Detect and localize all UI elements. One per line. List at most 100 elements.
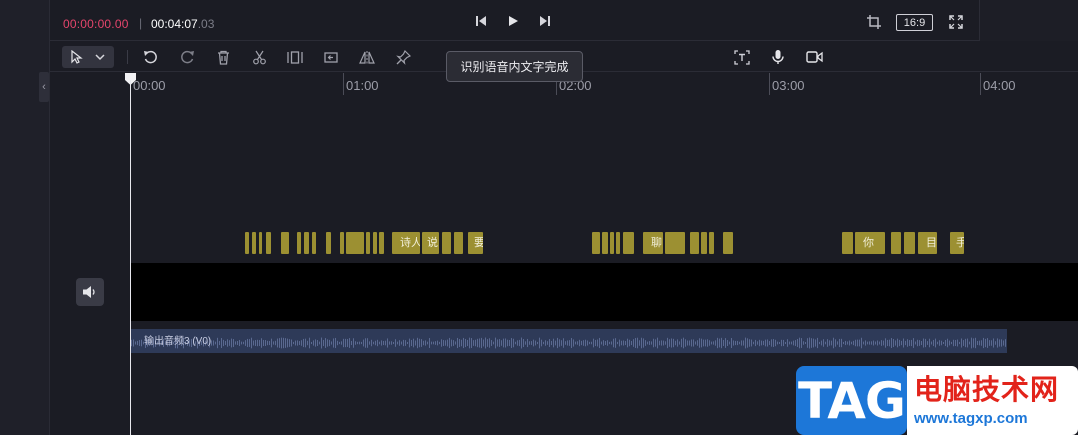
waveform-bar (737, 340, 738, 346)
collapse-panel-button[interactable]: ‹ (39, 72, 49, 102)
subtitle-clip[interactable] (346, 232, 364, 254)
video-track[interactable] (130, 263, 1078, 321)
next-frame-button[interactable] (537, 13, 553, 29)
subtitle-clip[interactable] (340, 232, 344, 254)
subtitle-clip[interactable] (616, 232, 620, 254)
waveform-bar (251, 337, 252, 349)
microphone-button[interactable] (769, 48, 787, 66)
subtitle-clip[interactable] (366, 232, 370, 254)
waveform-bar (755, 339, 756, 347)
track-volume-button[interactable] (76, 278, 104, 306)
waveform-bar (459, 339, 460, 347)
crop-icon[interactable] (867, 15, 881, 34)
waveform-bar (581, 340, 582, 346)
subtitle-clip[interactable] (326, 232, 331, 254)
waveform-bar (539, 337, 540, 349)
waveform-bar (355, 341, 356, 345)
subtitle-clip[interactable]: 诗人 (392, 232, 420, 254)
subtitle-clip[interactable] (281, 232, 289, 254)
playhead[interactable] (130, 80, 131, 435)
waveform-bar (643, 338, 644, 348)
split-button[interactable] (250, 48, 268, 66)
waveform-bar (791, 341, 792, 345)
subtitle-clip[interactable]: 手 (950, 232, 964, 254)
waveform-bar (273, 341, 274, 345)
audio-clip[interactable]: 输出音频3 (V0) (131, 329, 1007, 353)
subtitle-clip[interactable] (304, 232, 309, 254)
redo-button[interactable] (178, 48, 196, 66)
select-tool-button[interactable] (62, 46, 114, 68)
waveform-bar (495, 337, 496, 349)
subtitle-clip[interactable] (842, 232, 853, 254)
waveform-bar (231, 338, 232, 348)
waveform-bar (333, 338, 334, 348)
subtitle-clip[interactable] (259, 232, 262, 254)
waveform-bar (669, 339, 670, 347)
freeze-frame-icon (287, 50, 303, 64)
waveform-bar (529, 341, 530, 345)
waveform-bar (907, 339, 908, 347)
freeze-button[interactable] (286, 48, 304, 66)
subtitle-clip[interactable]: 你 (855, 232, 885, 254)
waveform-bar (353, 338, 354, 348)
waveform-bar (417, 337, 418, 349)
waveform-bar (875, 341, 876, 345)
subtitle-clip[interactable] (690, 232, 699, 254)
subtitle-clip[interactable] (266, 232, 271, 254)
subtitle-clip[interactable] (709, 232, 714, 254)
subtitle-clip[interactable]: 要 (468, 232, 483, 254)
mirror-button[interactable] (358, 48, 376, 66)
subtitle-clip[interactable] (602, 232, 608, 254)
waveform-bar (993, 338, 994, 348)
play-button[interactable] (505, 13, 521, 29)
subtitle-clip[interactable]: 聊 (643, 232, 663, 254)
subtitle-clip[interactable] (904, 232, 915, 254)
subtitle-clip[interactable] (665, 232, 685, 254)
waveform-bar (215, 341, 216, 345)
fullscreen-icon[interactable] (949, 15, 963, 34)
waveform-bar (893, 338, 894, 348)
waveform-bar (991, 340, 992, 346)
waveform-bar (941, 340, 942, 346)
subtitle-clip[interactable] (454, 232, 463, 254)
waveform-bar (423, 340, 424, 346)
previous-frame-button[interactable] (473, 13, 489, 29)
subtitle-clip[interactable] (245, 232, 249, 254)
subtitle-clip[interactable] (623, 232, 634, 254)
subtitle-clip[interactable] (610, 232, 614, 254)
waveform-bar (623, 340, 624, 346)
subtitle-clip[interactable] (297, 232, 301, 254)
waveform-bar (691, 339, 692, 347)
reverse-button[interactable] (322, 48, 340, 66)
waveform-bar (591, 341, 592, 345)
subtitle-clip[interactable]: 说 (422, 232, 439, 254)
pin-button[interactable] (394, 48, 412, 66)
waveform-bar (411, 339, 412, 347)
text-recognition-button[interactable] (733, 48, 751, 66)
aspect-ratio-button[interactable]: 16:9 (896, 14, 933, 31)
camera-button[interactable] (805, 48, 823, 66)
watermark-logo: TAG (796, 366, 907, 435)
subtitle-clip[interactable] (373, 232, 377, 254)
waveform-bar (895, 340, 896, 346)
subtitle-clip[interactable] (891, 232, 901, 254)
subtitle-clip[interactable] (592, 232, 600, 254)
waveform-bar (393, 341, 394, 345)
waveform-bar (845, 340, 846, 346)
subtitle-clip[interactable] (723, 232, 733, 254)
subtitle-clip[interactable] (312, 232, 316, 254)
waveform-bar (667, 337, 668, 349)
waveform-bar (969, 341, 970, 345)
delete-button[interactable] (214, 48, 232, 66)
waveform-bar (347, 339, 348, 347)
subtitle-clip[interactable] (701, 232, 707, 254)
undo-button[interactable] (141, 48, 159, 66)
waveform-bar (859, 339, 860, 347)
waveform-bar (471, 338, 472, 348)
subtitle-clip[interactable] (379, 232, 384, 254)
waveform-bar (531, 341, 532, 345)
waveform-bar (343, 338, 344, 348)
subtitle-clip[interactable]: 目 (918, 232, 937, 254)
subtitle-clip[interactable] (442, 232, 451, 254)
subtitle-clip[interactable] (252, 232, 256, 254)
